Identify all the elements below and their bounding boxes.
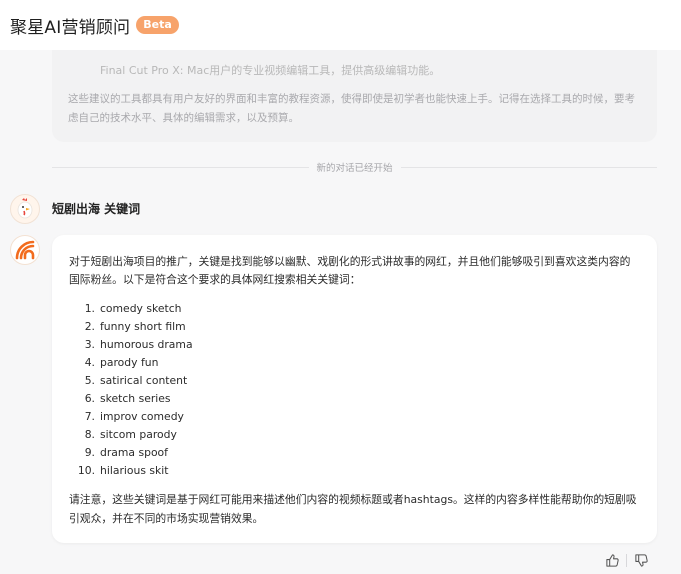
keyword-number: 8. [84,428,95,441]
ai-answer-intro: 对于短剧出海项目的推广，关键是找到能够以幽默、戏剧化的形式讲故事的网红，并且他们… [69,255,631,286]
feedback-separator [626,554,627,567]
keyword-list-item: 5. satirical content [69,372,641,390]
keyword-list: 1. comedy sketch 2. funny short film 3. humor… [69,300,641,480]
keyword-text: comedy sketch [100,302,182,315]
ai-answer-card: 对于短剧出海项目的推广，关键是找到能够以幽默、戏剧化的形式讲故事的网红，并且他们… [52,235,657,543]
keyword-list-item: 2. funny short film [69,318,641,336]
beta-badge: Beta [136,16,179,34]
new-conversation-divider: 新的对话已经开始 [52,160,658,174]
like-button[interactable] [603,551,621,569]
keyword-number: 1. [84,302,95,315]
keyword-text: humorous drama [100,338,193,351]
ai-answer-outro: 请注意，这些关键词是基于网红可能用来描述他们内容的视频标题或者hashtags。… [69,493,637,525]
previous-answer-card: Final Cut Pro X: Mac用户的专业视频编辑工具，提供高级编辑功能… [52,50,657,142]
keyword-text: parody fun [100,356,159,369]
keyword-list-item: 8. sitcom parody [69,426,641,444]
keyword-number: 2. [84,320,95,333]
keyword-text: hilarious skit [100,464,169,477]
ai-avatar [10,235,40,265]
top-bar: 聚星AI营销顾问 Beta [0,0,681,50]
user-message: 短剧出海 关键词 [52,202,141,216]
keyword-number: 7. [84,410,95,423]
previous-answer-faded-line: Final Cut Pro X: Mac用户的专业视频编辑工具，提供高级编辑功能… [100,64,441,77]
keyword-list-item: 4. parody fun [69,354,641,372]
divider-line-right [400,166,658,168]
keyword-number: 10. [77,464,95,477]
previous-answer-text: 这些建议的工具都具有用户友好的界面和丰富的教程资源，使得即使是初学者也能快速上手… [68,93,635,124]
dislike-button[interactable] [632,551,650,569]
keyword-text: drama spoof [100,446,168,459]
rooster-avatar-icon [17,198,33,219]
keyword-text: funny short film [100,320,186,333]
keyword-list-item: 9. drama spoof [69,444,641,462]
keyword-list-item: 10. hilarious skit [69,462,641,480]
divider-line-left [52,166,309,168]
thumbs-down-icon [634,553,648,567]
ai-logo-icon [15,240,35,260]
keyword-number: 9. [84,446,95,459]
keyword-number: 5. [84,374,95,387]
user-avatar [10,194,40,224]
keyword-list-item: 6. sketch series [69,390,641,408]
divider-label: 新的对话已经开始 [316,163,393,174]
keyword-list-item: 7. improv comedy [69,408,641,426]
thumbs-up-icon [605,553,619,567]
keyword-text: sketch series [100,392,171,405]
keyword-text: sitcom parody [100,428,177,441]
keyword-text: improv comedy [100,410,184,423]
keyword-number: 6. [84,392,95,405]
keyword-number: 4. [84,356,95,369]
keyword-number: 3. [84,338,95,351]
keyword-list-item: 3. humorous drama [69,336,641,354]
app-title: 聚星AI营销顾问 [10,17,131,38]
keyword-list-item: 1. comedy sketch [69,300,641,318]
keyword-text: satirical content [100,374,188,387]
